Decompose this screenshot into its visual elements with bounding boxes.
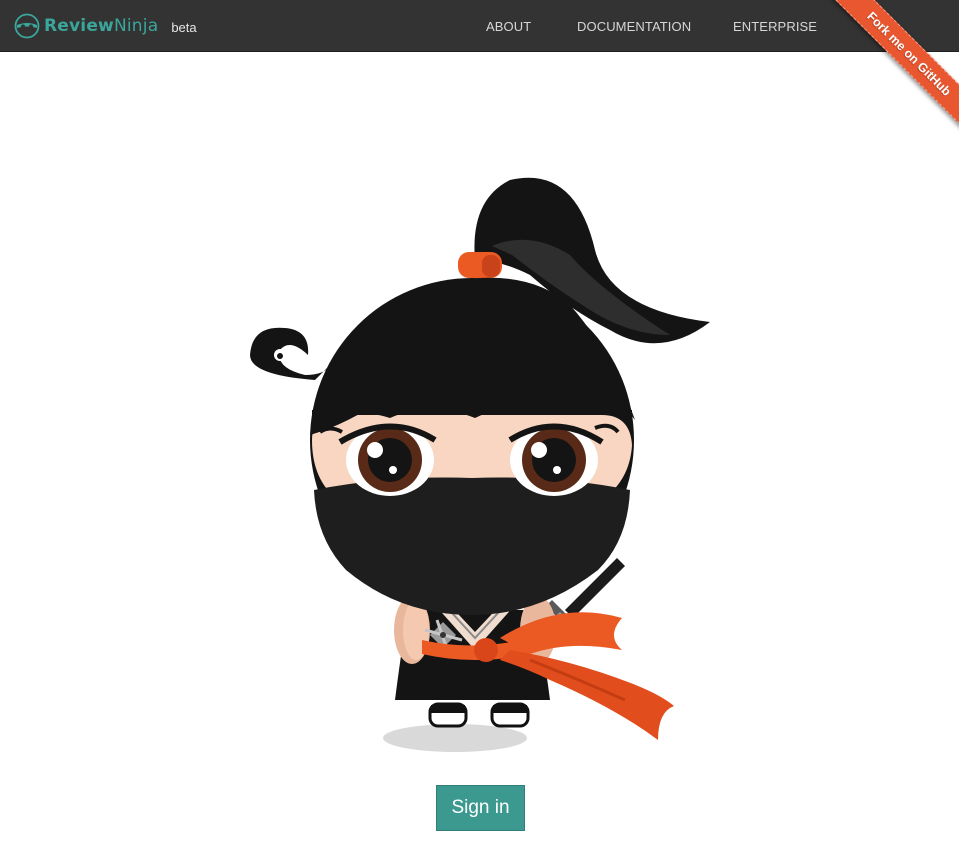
github-ribbon-wrapper: Fork me on GitHub [819,0,959,140]
ninja-eyes-icon [14,13,40,39]
ninja-feet [428,702,530,728]
ninja-head [250,177,710,615]
nav-enterprise-link[interactable]: ENTERPRISE [733,19,817,34]
brand-name: ReviewNinja [44,16,159,36]
brand[interactable]: ReviewNinja beta [14,12,197,40]
ninja-mascot-illustration [250,177,710,752]
fork-me-on-github-ribbon[interactable]: Fork me on GitHub [828,0,959,135]
navbar: ReviewNinja beta ABOUT DOCUMENTATION ENT… [0,0,959,52]
beta-badge: beta [171,19,197,35]
nav-documentation-link[interactable]: DOCUMENTATION [577,19,691,34]
nav-about-link[interactable]: ABOUT [486,19,531,34]
sign-in-button[interactable]: Sign in [436,785,525,831]
